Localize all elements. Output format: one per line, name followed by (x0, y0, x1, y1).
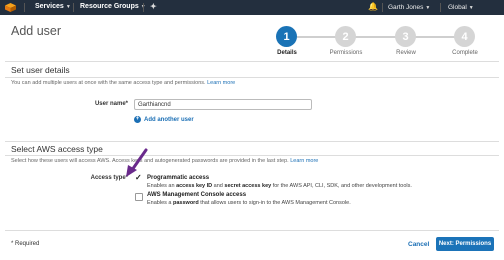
wizard-step-3: 3 (395, 26, 416, 47)
wizard-step-4-label: Complete (452, 50, 478, 56)
region-menu[interactable]: Global ▼ (448, 4, 474, 11)
aws-cube-icon[interactable] (5, 3, 16, 12)
learn-more-link[interactable]: Learn more (207, 80, 235, 86)
wizard-step-4: 4 (454, 26, 475, 47)
cancel-button[interactable]: Cancel (408, 241, 429, 248)
required-note: * Required (11, 241, 40, 247)
chevron-down-icon: ▼ (468, 4, 474, 11)
user-details-description-text: You can add multiple users at once with … (11, 80, 206, 86)
divider (5, 77, 499, 78)
user-details-description: You can add multiple users at once with … (11, 80, 235, 86)
wizard-step-1[interactable]: 1 (276, 26, 297, 47)
access-type-description-text: Select how these users will access AWS. … (11, 158, 289, 164)
divider (5, 61, 499, 62)
services-label: Services (35, 3, 64, 10)
user-name-input[interactable]: Garthiancnd (134, 99, 312, 110)
divider (5, 141, 499, 142)
console-access-title: AWS Management Console access (147, 192, 247, 198)
region-name: Global (448, 4, 467, 11)
wizard-step-1-label: Details (277, 50, 297, 56)
annotation-arrow-icon (126, 148, 148, 177)
add-another-user-button[interactable]: + Add another user (134, 116, 194, 123)
bell-icon[interactable]: 🔔 (368, 2, 378, 11)
access-type-label: Access type* (90, 175, 128, 181)
wizard-progress-line (297, 36, 464, 38)
chevron-down-icon: ▼ (425, 4, 431, 11)
wizard-step-3-label: Review (396, 50, 416, 56)
access-type-description: Select how these users will access AWS. … (11, 158, 318, 164)
plus-icon: + (134, 116, 141, 123)
programmatic-access-title: Programmatic access (147, 175, 210, 181)
console-access-checkbox[interactable] (135, 193, 143, 201)
user-details-title: Set user details (11, 65, 70, 75)
wizard-step-2-label: Permissions (329, 50, 363, 56)
console-access-description: Enables a password that allows users to … (147, 200, 351, 206)
page-title: Add user (11, 24, 62, 38)
resource-groups-label: Resource Groups (80, 3, 139, 10)
access-type-title: Select AWS access type (11, 144, 103, 154)
account-menu[interactable]: Garth Jones ▼ (388, 4, 430, 11)
programmatic-access-description: Enables an access key ID and secret acce… (147, 183, 412, 189)
top-nav-bar: Services ▼ Resource Groups ▼ ✦ 🔔 Garth J… (0, 0, 504, 15)
services-menu[interactable]: Services ▼ (35, 3, 71, 10)
pin-icon[interactable]: ✦ (150, 2, 157, 11)
divider (5, 230, 499, 231)
divider (5, 155, 499, 156)
learn-more-link[interactable]: Learn more (290, 158, 318, 164)
resource-groups-menu[interactable]: Resource Groups ▼ (80, 3, 146, 10)
wizard-step-2: 2 (335, 26, 356, 47)
user-name-label: User name* (94, 101, 128, 107)
chevron-down-icon: ▼ (65, 3, 71, 10)
account-name: Garth Jones (388, 4, 424, 11)
add-another-user-label: Add another user (144, 116, 194, 123)
next-permissions-button[interactable]: Next: Permissions (436, 237, 494, 251)
